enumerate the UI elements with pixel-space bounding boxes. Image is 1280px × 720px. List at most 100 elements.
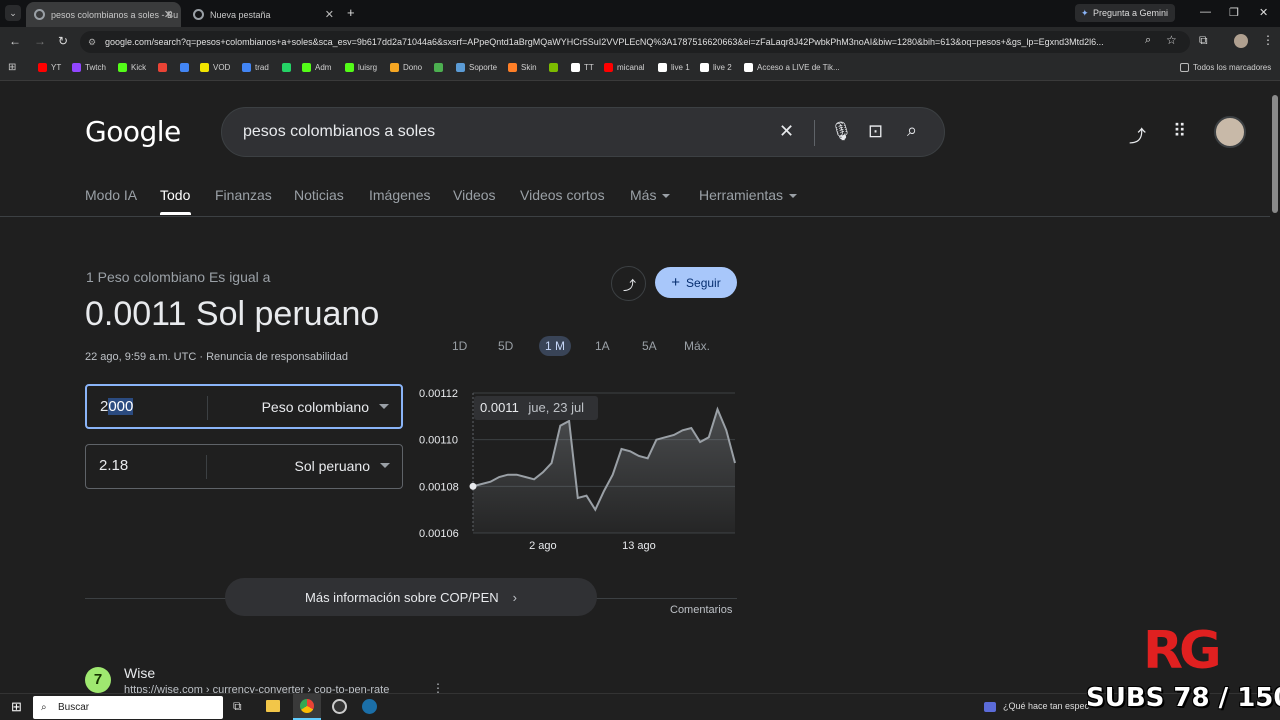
nav-label: Videos cortos [520,187,605,203]
share-icon: ⤴ [623,278,637,293]
share-button[interactable]: ⤴ [611,266,646,301]
bookmark-item[interactable] [158,63,171,72]
bookmark-item[interactable] [549,63,562,72]
microphone-icon[interactable]: 🎙 [830,121,853,142]
tab-modo-ia[interactable]: Modo IA [85,187,137,203]
wise-logo[interactable]: 7 [85,667,111,693]
forward-icon[interactable]: → [34,34,46,48]
zoom-icon[interactable]: ⌕ [1145,34,1151,47]
to-amount-field[interactable]: 2.18 Sol peruano [85,444,403,489]
bookmark-item[interactable]: YT [38,63,61,72]
search-box[interactable]: pesos colombianos a soles ✕ 🎙 ⊡ ⌕ [221,107,945,157]
tab-videos[interactable]: Videos [453,187,496,203]
back-icon[interactable]: ← [9,34,21,48]
from-amount-field[interactable]: 2000 Peso colombiano [85,384,403,429]
range-tab[interactable]: 1A [595,339,610,353]
tab-imágenes[interactable]: Imágenes [369,187,430,203]
bookmark-item[interactable]: live 1 [658,63,690,72]
clear-icon[interactable]: ✕ [779,121,794,142]
range-tab[interactable]: 1 M [539,336,572,356]
steam-icon[interactable] [362,699,377,714]
scrollbar-thumb[interactable] [1272,95,1278,213]
more-options-icon[interactable]: ⋮ [432,681,444,693]
result-title[interactable]: Wise [124,665,155,681]
reload-icon[interactable]: ↻ [58,34,68,48]
chevron-down-icon[interactable] [380,463,390,468]
bookmark-item[interactable]: Adm [302,63,331,72]
to-currency-select[interactable]: Sol peruano [294,458,370,474]
nav-label: Videos [453,187,496,203]
tab-finanzas[interactable]: Finanzas [215,187,272,203]
tab-pesos[interactable]: pesos colombianos a soles - Bu ✕ [26,2,181,27]
tab-list-button[interactable]: ⌄ [5,5,21,21]
range-tab[interactable]: 5A [642,339,657,353]
range-tab[interactable]: Máx. [684,339,710,353]
close-icon[interactable]: ✕ [325,8,334,21]
y-tick-label: 0.00106 [419,528,459,540]
profile-avatar[interactable] [1234,34,1248,48]
range-tab[interactable]: 5D [498,339,513,353]
gemini-button[interactable]: ✦ Pregunta a Gemini [1075,4,1175,22]
comments-link[interactable]: Comentarios [670,604,732,616]
minimize-icon[interactable]: — [1200,6,1211,18]
google-logo[interactable]: Google [85,115,181,148]
tab-videos-cortos[interactable]: Videos cortos [520,187,605,203]
bookmark-item[interactable]: Soporte [456,63,497,72]
bookmark-item[interactable]: Kick [118,63,146,72]
more-info-button[interactable]: Más información sobre COP/PEN › [225,578,597,616]
to-amount-input[interactable]: 2.18 [99,457,128,474]
follow-button[interactable]: + Seguir [655,267,737,298]
all-bookmarks-label: Todos los marcadores [1193,63,1272,72]
range-tab[interactable]: 1D [452,339,467,353]
close-window-icon[interactable]: ✕ [1259,6,1268,19]
address-bar[interactable]: ⚙ google.com/search?q=pesos+colombianos+… [80,31,1190,53]
apps-icon[interactable]: ⊞ [8,62,16,73]
tab-noticias[interactable]: Noticias [294,187,344,203]
notification-text[interactable]: ¿Qué hace tan espec [1003,701,1089,711]
search-icon[interactable]: ⌕ [907,120,917,141]
bookmark-item[interactable]: Skin [508,63,537,72]
task-view-icon[interactable]: ⧉ [233,699,242,714]
tab-new[interactable]: Nueva pestaña ✕ [185,2,342,27]
share-icon[interactable]: ⤴ [1129,122,1146,147]
disclaimer-link[interactable]: Renuncia de responsabilidad [206,351,348,363]
bookmark-item[interactable]: Acceso a LIVE de Tik... [744,63,840,72]
chevron-down-icon[interactable] [379,404,389,409]
bookmark-item[interactable]: live 2 [700,63,732,72]
menu-icon[interactable]: ⋮ [1262,33,1274,47]
obs-icon[interactable] [332,699,347,714]
timestamp-text: 22 ago, 9:59 a.m. UTC [85,351,197,363]
restore-icon[interactable]: ❐ [1229,6,1239,19]
tab-herramientas[interactable]: Herramientas [699,187,798,203]
bookmark-item[interactable]: micanal [604,63,645,72]
taskbar-search[interactable]: ⌕ Buscar [33,696,223,719]
file-explorer-icon[interactable] [266,700,280,712]
from-amount-input[interactable]: 2000 [100,398,134,415]
bookmark-item[interactable]: luisrg [345,63,377,72]
apps-grid-icon[interactable]: ⠿ [1173,121,1186,142]
bookmark-item[interactable]: Dono [390,63,422,72]
notification-icon[interactable] [984,702,996,712]
bookmark-label: Soporte [469,63,498,72]
extensions-icon[interactable]: ⧉ [1199,33,1208,48]
bookmark-item[interactable]: trad [242,63,269,72]
tab-todo[interactable]: Todo [160,187,190,203]
bookmark-item[interactable]: Twtch [72,63,106,72]
bookmark-item[interactable] [434,63,447,72]
avatar[interactable] [1214,116,1246,148]
new-tab-button[interactable]: + [347,5,355,20]
bookmark-item[interactable] [180,63,193,72]
bookmark-item[interactable] [282,63,295,72]
site-info-icon[interactable]: ⚙ [88,31,96,53]
from-currency-select[interactable]: Peso colombiano [262,399,369,415]
bookmark-item[interactable]: VOD [200,63,230,72]
bookmark-item[interactable]: TT [571,63,594,72]
all-bookmarks[interactable]: Todos los marcadores [1180,63,1271,72]
camera-icon[interactable]: ⊡ [868,121,883,142]
bookmark-star-icon[interactable]: ☆ [1166,33,1177,47]
windows-start-icon[interactable]: ⊞ [11,699,22,715]
search-input[interactable]: pesos colombianos a soles [243,123,435,141]
result-url[interactable]: https://wise.com › currency-converter › … [124,684,389,693]
tab-más[interactable]: Más [630,187,671,203]
close-icon[interactable]: ✕ [164,8,173,21]
